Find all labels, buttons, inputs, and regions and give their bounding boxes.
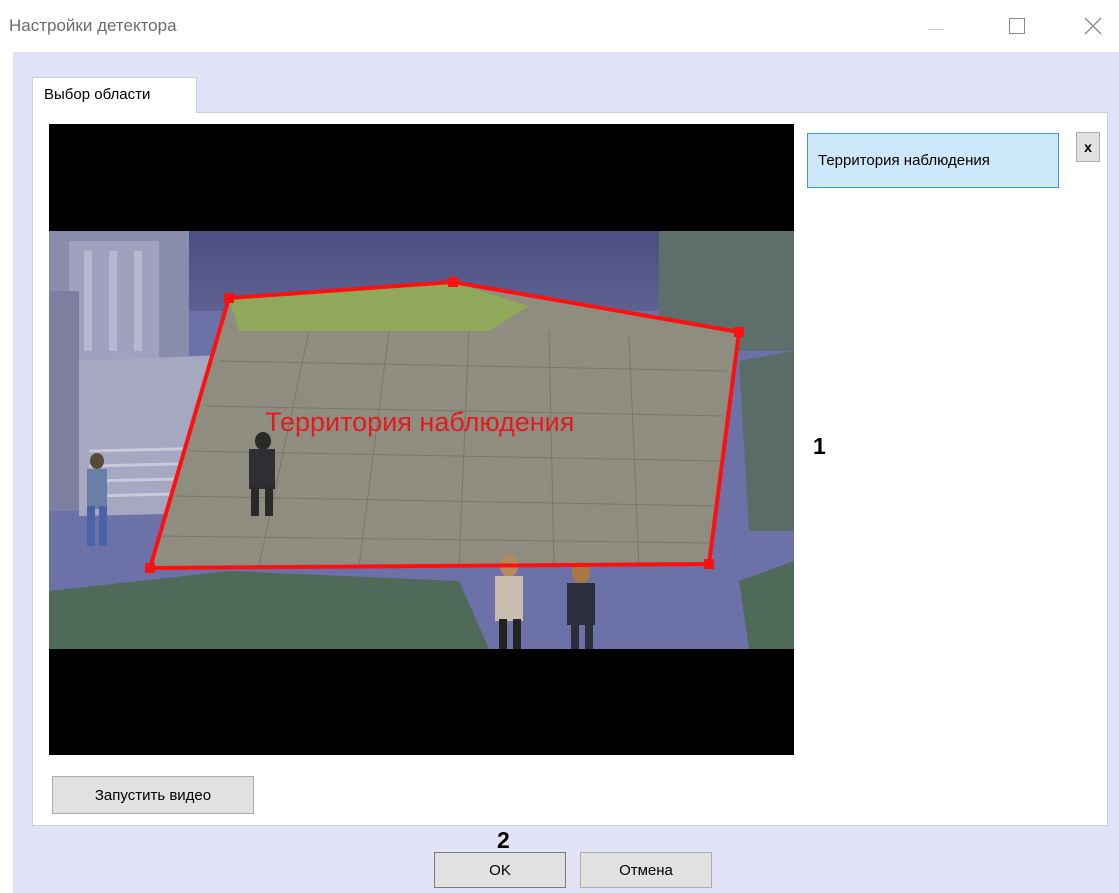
zone-vertex-handle[interactable] (448, 277, 458, 287)
maximize-icon[interactable] (997, 8, 1037, 44)
zone-list-item[interactable]: Территория наблюдения (807, 133, 1059, 188)
zone-vertex-handle[interactable] (224, 293, 234, 303)
zone-vertex-handle[interactable] (145, 563, 155, 573)
delete-zone-button[interactable]: x (1076, 132, 1100, 162)
window-title: Настройки детектора (9, 16, 177, 35)
callout-number-2: 2 (497, 827, 510, 853)
minimize-icon[interactable] (916, 8, 956, 44)
tab-label: Выбор области (44, 86, 151, 103)
ok-button[interactable]: OK (434, 852, 566, 888)
cancel-button[interactable]: Отмена (580, 852, 712, 888)
zone-vertex-handle[interactable] (734, 327, 744, 337)
close-icon[interactable] (1073, 8, 1113, 44)
callout-number-1: 1 (813, 433, 826, 459)
title-bar: Настройки детектора (0, 0, 1119, 52)
tab-area-selection[interactable]: Выбор области (32, 77, 197, 113)
zone-list-item-label: Территория наблюдения (818, 152, 990, 169)
camera-frame (49, 231, 794, 649)
play-video-button[interactable]: Запустить видео (52, 776, 254, 814)
zone-name-overlay: Территория наблюдения (265, 407, 575, 437)
video-preview[interactable]: Территория наблюдения (49, 124, 794, 755)
zone-vertex-handle[interactable] (704, 559, 714, 569)
